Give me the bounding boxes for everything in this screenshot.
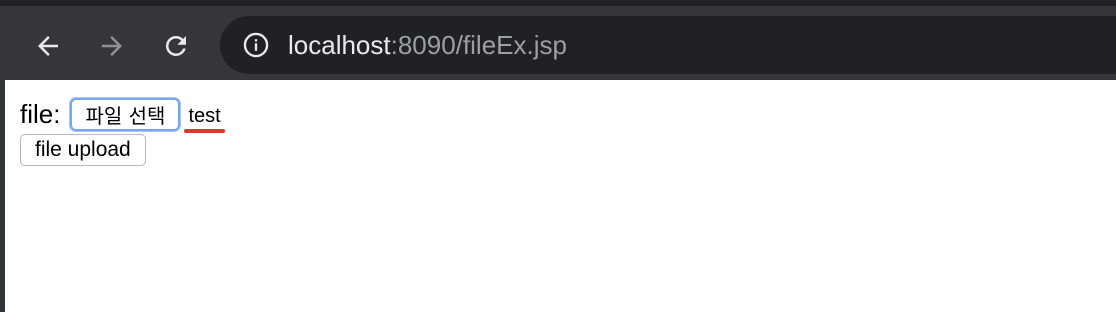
url-path: :8090/fileEx.jsp xyxy=(390,30,567,60)
address-bar[interactable]: localhost:8090/fileEx.jsp xyxy=(220,16,1116,74)
file-upload-button[interactable]: file upload xyxy=(20,134,146,166)
choose-file-button[interactable]: 파일 선택 xyxy=(70,97,181,131)
url-text: localhost:8090/fileEx.jsp xyxy=(288,30,567,60)
file-label: file: xyxy=(20,99,61,129)
forward-arrow-icon xyxy=(102,36,122,56)
file-input-row: file: 파일 선택 test xyxy=(20,96,225,133)
browser-toolbar: localhost:8090/fileEx.jsp xyxy=(0,0,1116,80)
selected-file-name: test xyxy=(184,98,225,133)
url-host: localhost xyxy=(288,30,391,60)
forward-button[interactable] xyxy=(90,24,134,68)
back-arrow-icon xyxy=(38,36,58,56)
page-content: file: 파일 선택 test file upload xyxy=(20,96,225,166)
info-icon[interactable] xyxy=(242,31,270,59)
reload-icon xyxy=(165,35,186,56)
window-edge xyxy=(0,80,5,312)
back-button[interactable] xyxy=(26,24,70,68)
reload-button[interactable] xyxy=(154,24,198,68)
